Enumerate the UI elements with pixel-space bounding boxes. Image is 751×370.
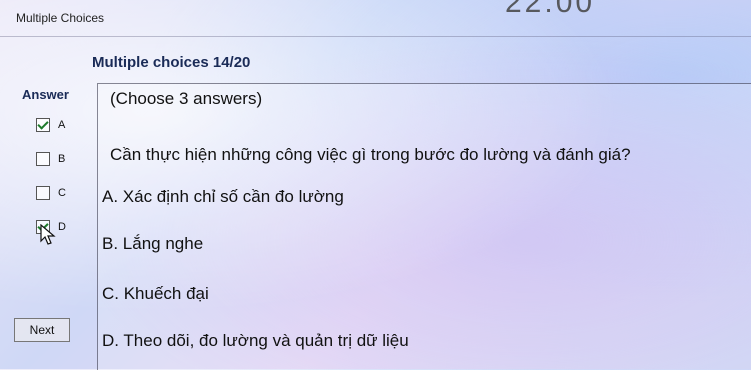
checkbox-c[interactable] [36,186,50,200]
top-divider [0,36,751,37]
choice-c[interactable]: C [36,184,66,202]
option-a-text: A. Xác định chỉ số cần đo lường [102,187,344,206]
instruction-text: (Choose 3 answers) [110,89,263,108]
question-counter: Multiple choices 14/20 [92,54,251,71]
checkbox-b[interactable] [36,152,50,166]
timer-display: 22:00 [505,0,596,19]
window-title: Multiple Choices [16,11,105,25]
choice-letter-c: C [58,187,66,199]
option-d-text: D. Theo dõi, đo lường và quản trị dữ liệ… [102,331,409,350]
choice-letter-a: A [58,119,66,131]
choice-b[interactable]: B [36,150,65,168]
mouse-cursor-icon [40,224,56,245]
checkbox-a[interactable] [36,118,50,132]
choice-letter-d: D [58,221,66,233]
option-c-text: C. Khuếch đại [102,284,209,303]
next-button[interactable]: Next [14,318,70,342]
question-panel [97,83,751,370]
choice-letter-b: B [58,153,66,165]
question-text: Cần thực hiện những công việc gì trong b… [110,145,631,164]
option-b-text: B. Lắng nghe [102,234,204,253]
answer-label: Answer [22,87,69,102]
choice-a[interactable]: A [36,116,65,134]
